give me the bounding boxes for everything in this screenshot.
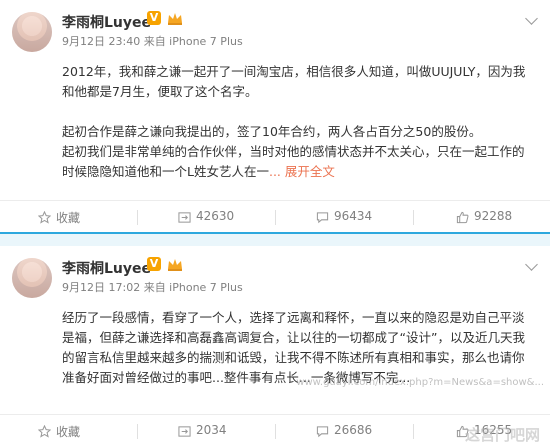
repost-icon [178,212,191,223]
username[interactable]: 李雨桐Luyee [62,258,151,278]
avatar[interactable] [12,12,52,52]
post-text: 经历了一段感情，看穿了一个人，选择了远离和释怀，一直以来的隐忍是劝自己平淡是福，… [62,308,534,388]
comment-count: 26686 [334,423,373,437]
chevron-down-icon[interactable] [525,258,538,271]
username[interactable]: 李雨桐Luyee [62,12,151,32]
repost-button[interactable]: 2034 [138,415,275,447]
weibo-post-1: 李雨桐Luyee V 9月12日 23:40 来自 iPhone 7 Plus … [0,0,550,232]
post-separator [0,232,550,246]
action-bar: 收藏 42630 96434 92288 [0,200,550,233]
verified-badge-icon: V [147,257,161,271]
repost-count: 2034 [196,423,227,437]
expand-link[interactable]: ... 展开全文 [269,164,335,179]
paragraph: 2012年，我和薛之谦一起开了一间淘宝店，相信很多人知道，叫做UUJULY，因为… [62,64,526,99]
comment-button[interactable]: 26686 [276,415,413,447]
comment-count: 96434 [334,209,373,223]
paragraph: 经历了一段感情，看穿了一个人，选择了远离和释怀，一直以来的隐忍是劝自己平淡是福，… [62,310,525,385]
like-button[interactable]: 92288 [414,201,550,233]
post-meta: 9月12日 23:40 来自 iPhone 7 Plus [62,35,243,48]
comment-button[interactable]: 96434 [276,201,413,233]
star-icon [38,211,51,224]
favorite-button[interactable]: 收藏 [0,201,137,233]
post-meta: 9月12日 17:02 来自 iPhone 7 Plus [62,281,243,294]
watermark-brand: 这宫门吧网 [464,426,540,444]
member-crown-icon [168,259,182,271]
watermark-small: www.guayi.com/index.php?m=News&a=show&..… [296,377,544,388]
member-crown-icon [168,13,182,25]
repost-count: 42630 [196,209,235,223]
comment-icon [316,212,329,224]
favorite-button[interactable]: 收藏 [0,415,137,447]
repost-button[interactable]: 42630 [138,201,275,233]
avatar[interactable] [12,258,52,298]
favorite-label: 收藏 [56,425,81,439]
paragraph: 起初合作是薛之谦向我提出的，签了10年合约，两人各占百分之50的股份。 [62,124,482,139]
chevron-down-icon[interactable] [525,12,538,25]
favorite-label: 收藏 [56,211,81,225]
repost-icon [178,426,191,437]
thumbs-up-icon [456,211,469,224]
like-count: 92288 [474,209,513,223]
weibo-post-2: 李雨桐Luyee V 9月12日 17:02 来自 iPhone 7 Plus … [0,246,550,446]
verified-badge-icon: V [147,11,161,25]
post-text: 2012年，我和薛之谦一起开了一间淘宝店，相信很多人知道，叫做UUJULY，因为… [62,62,534,182]
comment-icon [316,426,329,438]
star-icon [38,425,51,438]
paragraph: 起初我们是非常单纯的合作伙伴，当时对他的感情状态并不太关心，只在一起工作的时候隐… [62,142,534,182]
